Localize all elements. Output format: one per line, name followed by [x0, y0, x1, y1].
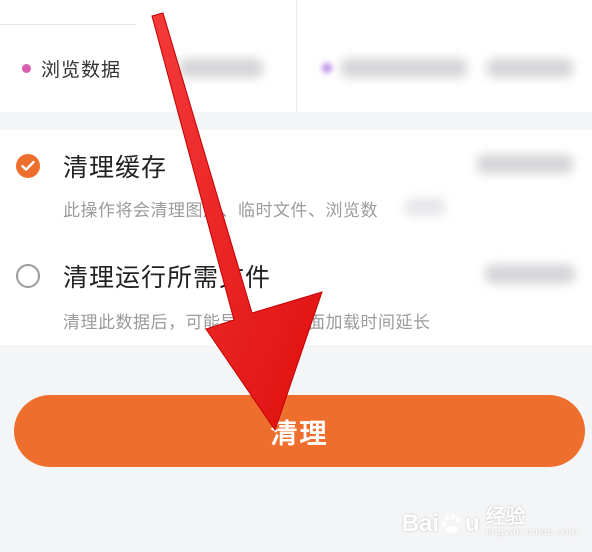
blurred-category-label — [340, 58, 468, 78]
legend-label: 浏览数据 — [41, 58, 122, 81]
blurred-size-value — [178, 58, 264, 78]
baidu-logo: Bai u — [402, 510, 480, 538]
option-description: 清理此数据后，可能导致部分页面加载时间延长 — [63, 313, 431, 333]
watermark-url: jingyan.baidu.com — [485, 527, 578, 538]
blurred-size-value — [484, 264, 576, 284]
blurred-size-value — [476, 154, 574, 174]
clean-button[interactable]: 清理 — [14, 395, 585, 467]
brand-text: Bai — [401, 510, 440, 537]
divider — [0, 24, 136, 25]
watermark-product: 经验 jingyan.baidu.com — [486, 506, 578, 538]
purple-dot-icon — [322, 63, 332, 73]
panel-separator — [296, 0, 297, 112]
brand-text: u — [465, 510, 480, 537]
product-name: 经验 — [485, 504, 526, 528]
unchecked-circle-icon[interactable] — [16, 264, 40, 288]
checkmark-icon — [21, 160, 35, 171]
option-clear-runtime-files[interactable]: 清理运行所需文件 清理此数据后，可能导致部分页面加载时间延长 — [0, 238, 592, 338]
baidu-jingyan-watermark: Bai u 经验 jingyan.baidu.com — [402, 506, 578, 538]
pink-dot-icon — [22, 63, 31, 73]
legend-browsing-data: 浏览数据 — [22, 56, 122, 81]
paw-icon — [441, 513, 461, 534]
option-title: 清理运行所需文件 — [63, 263, 272, 292]
blurred-description-tail — [404, 198, 446, 216]
checked-circle-icon[interactable] — [16, 154, 40, 178]
storage-summary-card: 浏览数据 — [0, 0, 592, 112]
option-title: 清理缓存 — [63, 153, 168, 182]
clean-options-card: 清理缓存 此操作将会清理图片、临时文件、浏览数 清理运行所需文件 清理此数据后，… — [0, 130, 592, 345]
option-clear-cache[interactable]: 清理缓存 此操作将会清理图片、临时文件、浏览数 — [0, 130, 592, 230]
blurred-size-value — [486, 58, 574, 78]
option-description: 此操作将会清理图片、临时文件、浏览数 — [63, 201, 378, 221]
